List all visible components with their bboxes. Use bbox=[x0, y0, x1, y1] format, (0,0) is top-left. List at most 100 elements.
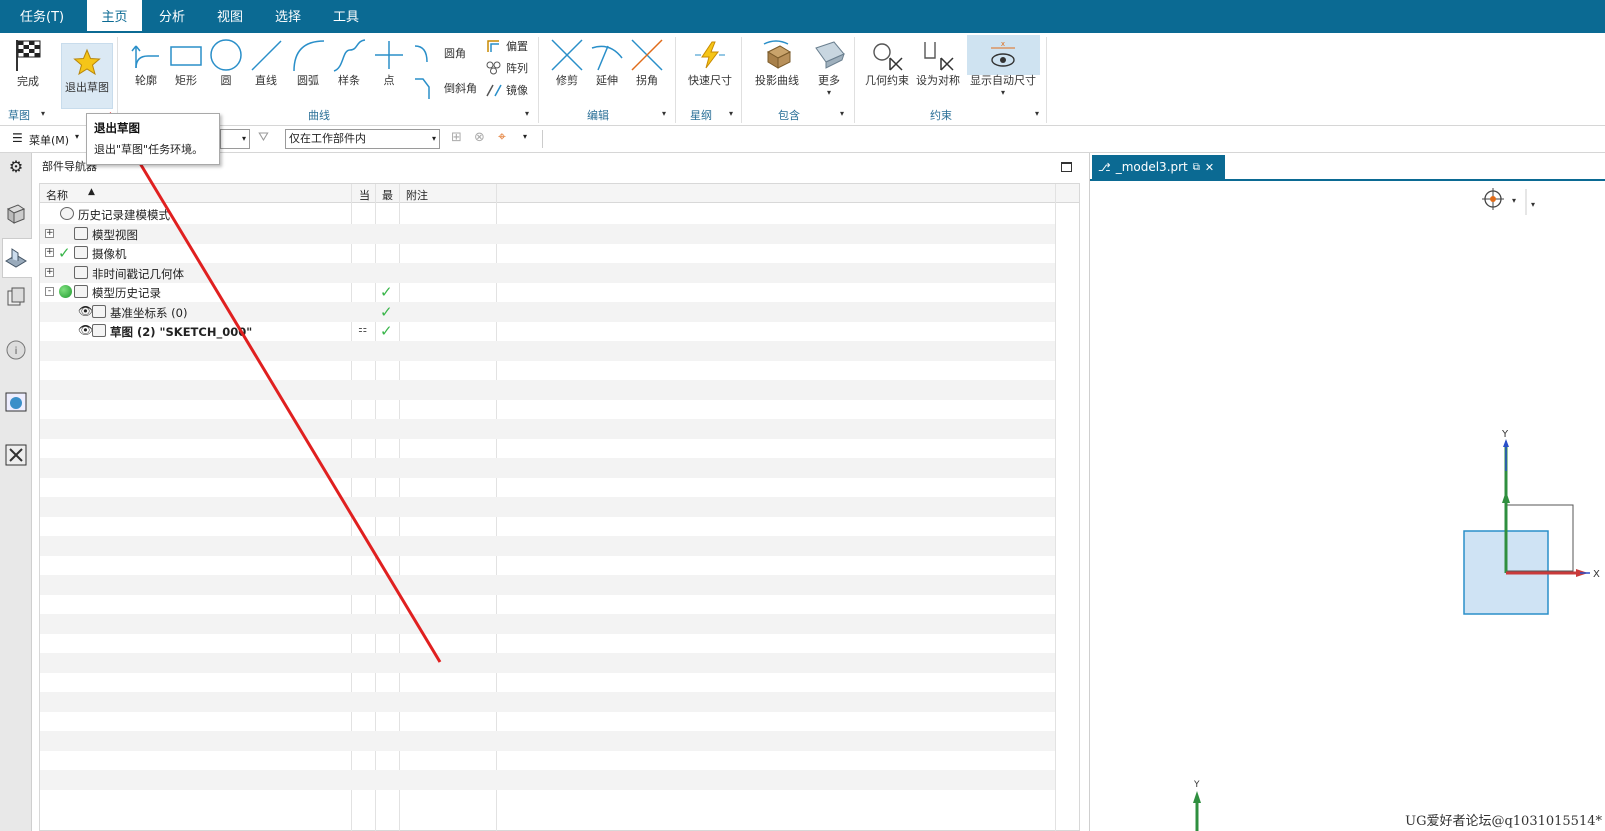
detach-icon[interactable]: ⧉ bbox=[1193, 162, 1200, 173]
tools-icon[interactable] bbox=[4, 443, 28, 467]
star-icon bbox=[73, 48, 101, 76]
project-curve-button[interactable]: 投影曲线 bbox=[753, 38, 801, 88]
table-row bbox=[40, 574, 1055, 595]
menu-tab-view[interactable]: 视图 bbox=[217, 0, 243, 33]
menu-tab-analysis[interactable]: 分析 bbox=[159, 0, 185, 33]
visibility-eye-icon[interactable]: 👁 bbox=[78, 323, 93, 337]
select-body-icon[interactable]: ⊗ bbox=[474, 130, 485, 145]
part-navigator-icon[interactable] bbox=[4, 245, 28, 269]
expand-toggle[interactable]: + bbox=[45, 228, 54, 238]
expand-toggle[interactable]: - bbox=[45, 287, 54, 296]
group-curve-arrow[interactable]: ▾ bbox=[525, 109, 529, 118]
table-row[interactable]: + 非时间戳记几何体 bbox=[40, 262, 1055, 283]
table-row bbox=[40, 769, 1055, 790]
checkered-flag-icon bbox=[16, 40, 41, 71]
table-row[interactable]: + ✓ 摄像机 bbox=[40, 243, 1055, 263]
file-tab[interactable]: ⎇ _model3.prt ⧉ ✕ bbox=[1092, 155, 1225, 179]
group-dimension: 星纲 bbox=[690, 109, 712, 122]
finish-button[interactable]: 完成 bbox=[8, 37, 48, 89]
table-row bbox=[40, 691, 1055, 712]
col-header-note[interactable]: 附注 bbox=[406, 187, 428, 203]
assembly-navigator-icon[interactable] bbox=[4, 201, 28, 225]
menu-dropdown-arrow[interactable]: ▾ bbox=[75, 132, 79, 141]
group-include-arrow[interactable]: ▾ bbox=[840, 109, 844, 118]
tooltip-description: 退出"草图"任务环境。 bbox=[94, 143, 204, 156]
pattern-icon bbox=[486, 61, 501, 75]
snap-target-icon[interactable]: ▾ ▾ bbox=[1482, 188, 1535, 215]
menu-tab-select[interactable]: 选择 bbox=[275, 0, 301, 33]
select-feature-icon[interactable]: ⊞ bbox=[451, 130, 462, 145]
exit-sketch-button[interactable]: 退出草图 bbox=[62, 47, 112, 95]
line-button[interactable]: 直线 bbox=[248, 38, 284, 88]
maximize-icon[interactable] bbox=[1061, 162, 1072, 172]
group-constraint-arrow[interactable]: ▾ bbox=[1035, 109, 1039, 118]
table-row[interactable]: 历史记录建模模式 bbox=[40, 204, 1055, 224]
profile-button[interactable]: 轮廓 bbox=[128, 38, 164, 88]
rectangle-button[interactable]: 矩形 bbox=[168, 38, 204, 88]
clock-icon bbox=[60, 207, 74, 220]
ribbon: 完成 退出草图 轮廓 矩形 圆 直线 圆弧 样条 点 圆角 倒斜角 偏置 阵列 … bbox=[0, 33, 1605, 126]
filter-icon[interactable]: ⛛ bbox=[258, 130, 269, 145]
mirror-button[interactable]: 镜像 bbox=[485, 82, 528, 98]
menu-tab-tools[interactable]: 工具 bbox=[333, 0, 359, 33]
menu-button[interactable]: 菜单(M) bbox=[29, 132, 69, 148]
table-row[interactable]: + 模型视图 bbox=[40, 223, 1055, 244]
expand-toggle[interactable]: + bbox=[45, 248, 54, 257]
menu-tab-task[interactable]: 任务(T) bbox=[20, 0, 64, 33]
hamburger-icon[interactable]: ☰ bbox=[12, 131, 23, 145]
table-row[interactable]: - 模型历史记录 ✓ bbox=[40, 282, 1055, 302]
visibility-eye-icon[interactable]: 👁 bbox=[78, 304, 93, 318]
type-filter-select[interactable]: ▾ bbox=[220, 129, 250, 149]
resource-bar: ⚙ i bbox=[0, 153, 32, 831]
spline-button[interactable]: 样条 bbox=[331, 38, 367, 88]
history-icon[interactable]: i bbox=[4, 338, 28, 362]
row-label: 模型历史记录 bbox=[92, 286, 161, 300]
menu-tab-home[interactable]: 主页 bbox=[87, 0, 142, 36]
show-auto-dimension-button[interactable]: x 显示自动尺寸 ▾ bbox=[968, 38, 1038, 97]
row-label: 非时间戳记几何体 bbox=[92, 266, 184, 281]
chamfer-icon bbox=[415, 78, 430, 99]
graphics-window[interactable]: ⎇ _model3.prt ⧉ ✕ ▾ ▾ Y X Y bbox=[1089, 153, 1605, 831]
snap-point-icon[interactable]: ⌖ bbox=[498, 129, 506, 145]
symmetric-icon bbox=[924, 42, 954, 71]
chamfer-button[interactable]: 倒斜角 bbox=[413, 75, 477, 101]
col-header-name[interactable]: 名称 bbox=[46, 187, 68, 203]
group-dimension-arrow[interactable]: ▾ bbox=[729, 109, 733, 118]
circle-button[interactable]: 圆 bbox=[208, 38, 244, 88]
scope-select[interactable]: 仅在工作部件内 ▾ bbox=[285, 129, 440, 149]
table-row[interactable]: 👁 草图 (2) "SKETCH_000" ✓ ⚏ bbox=[40, 321, 1055, 341]
table-row[interactable]: 👁 基准坐标系 (0) ✓ bbox=[40, 301, 1055, 322]
rapid-dimension-button[interactable]: 快速尺寸 bbox=[686, 38, 734, 88]
arc-button[interactable]: 圆弧 bbox=[288, 38, 328, 88]
col-header-current[interactable]: 当 bbox=[359, 187, 370, 203]
geometric-constraint-button[interactable]: 几何约束 bbox=[864, 38, 910, 88]
eye-dimension-icon: x bbox=[991, 40, 1015, 67]
fillet-button[interactable]: 圆角 bbox=[413, 42, 466, 64]
extend-button[interactable]: 延伸 bbox=[589, 38, 625, 88]
trim-button[interactable]: 修剪 bbox=[549, 38, 585, 88]
pattern-button[interactable]: 阵列 bbox=[485, 60, 528, 76]
tooltip-title: 退出草图 bbox=[94, 121, 140, 135]
point-button[interactable]: 点 bbox=[371, 38, 407, 88]
row-label: 草图 (2) "SKETCH_000" bbox=[110, 325, 253, 339]
status-green-icon bbox=[59, 285, 72, 298]
expand-toggle[interactable]: + bbox=[45, 267, 54, 277]
lightning-dimension-icon bbox=[695, 41, 725, 69]
reuse-library-icon[interactable] bbox=[4, 285, 28, 309]
more-button[interactable]: 更多 ▾ bbox=[811, 38, 847, 97]
web-browser-icon[interactable] bbox=[4, 390, 28, 414]
group-edit-arrow[interactable]: ▾ bbox=[662, 109, 666, 118]
svg-text:x: x bbox=[1001, 40, 1005, 48]
offset-button[interactable]: 偏置 bbox=[485, 38, 528, 54]
sketch-icon bbox=[92, 324, 106, 337]
col-header-latest[interactable]: 最 bbox=[382, 187, 393, 203]
table-row bbox=[40, 438, 1055, 458]
camera-icon bbox=[74, 246, 88, 259]
snap-dropdown-arrow[interactable]: ▾ bbox=[523, 132, 527, 141]
settings-gear-icon[interactable]: ⚙ bbox=[4, 157, 28, 181]
set-symmetric-button[interactable]: 设为对称 bbox=[914, 38, 962, 88]
corner-button[interactable]: 拐角 bbox=[629, 38, 665, 88]
close-tab-icon[interactable]: ✕ bbox=[1205, 161, 1214, 174]
group-sketch-arrow[interactable]: ▾ bbox=[41, 109, 45, 118]
table-row bbox=[40, 750, 1055, 770]
